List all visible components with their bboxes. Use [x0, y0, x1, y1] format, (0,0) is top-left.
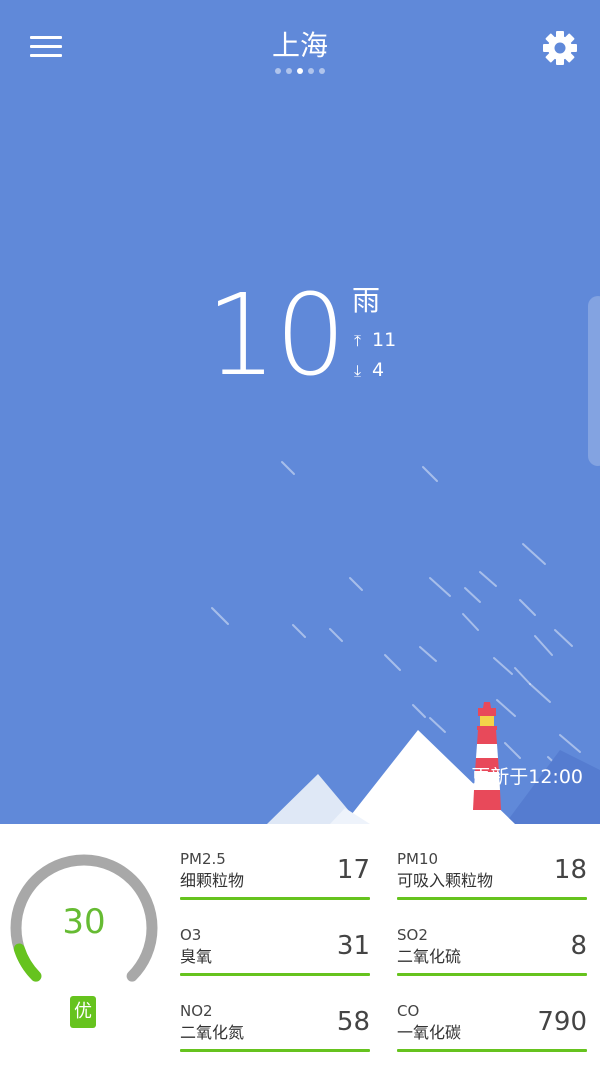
current-temperature: 10 — [205, 271, 347, 401]
pollutant-o3[interactable]: O3 臭氧 31 — [180, 924, 370, 994]
pollutant-so2[interactable]: SO2 二氧化硫 8 — [397, 924, 587, 994]
pollutant-pm10[interactable]: PM10 可吸入颗粒物 18 — [397, 848, 587, 918]
pollutant-label: 细颗粒物 — [180, 871, 245, 890]
pollutant-bar — [180, 1049, 370, 1052]
arrow-up-icon: ⤒ — [354, 331, 362, 350]
pollutant-name: PM10 — [397, 850, 439, 868]
weather-condition: 雨 — [352, 284, 381, 317]
pollutant-name: SO2 — [397, 926, 428, 944]
aqi-value: 30 — [62, 902, 106, 942]
low-temperature-value: 4 — [372, 359, 385, 381]
pollutant-label: 一氧化碳 — [397, 1023, 462, 1042]
pollutant-label: 可吸入颗粒物 — [397, 871, 494, 890]
pollutant-bar — [180, 897, 370, 900]
pollutant-no2[interactable]: NO2 二氧化氮 58 — [180, 1000, 370, 1067]
pollutant-value: 58 — [336, 1007, 370, 1037]
pollutant-value: 790 — [537, 1007, 587, 1037]
pollutant-pm25[interactable]: PM2.5 细颗粒物 17 — [180, 848, 370, 918]
aqi-level-badge: 优 — [70, 996, 96, 1028]
pollutant-bar — [397, 973, 587, 976]
pollutant-bar — [397, 897, 587, 900]
pollutant-value: 8 — [570, 931, 587, 961]
city-title[interactable]: 上海 — [200, 28, 400, 64]
pollutant-label: 二氧化氮 — [180, 1023, 245, 1042]
page-dot — [308, 68, 314, 74]
page-dot-active — [297, 68, 303, 74]
pollutant-value: 17 — [336, 855, 370, 885]
arrow-down-icon: ⤓ — [354, 361, 362, 380]
pollutant-label: 二氧化硫 — [397, 947, 462, 966]
lighthouse-icon — [473, 702, 501, 810]
pollutant-name: PM2.5 — [180, 850, 226, 868]
pollutant-value: 18 — [553, 855, 587, 885]
air-quality-panel: 30 优 PM2.5 细颗粒物 17 PM10 可吸入颗粒物 18 O3 臭氧 … — [0, 824, 600, 1067]
high-temperature: ⤒ 11 — [354, 328, 396, 353]
pollutant-name: CO — [397, 1002, 420, 1020]
page-dot — [275, 68, 281, 74]
pollutant-name: O3 — [180, 926, 202, 944]
gear-icon[interactable] — [538, 26, 582, 70]
aqi-gauge-fill — [13, 943, 42, 982]
page-dot — [286, 68, 292, 74]
weather-panel: 上海 10 雨 ⤒ 11 ⤓ 4 更新于12:00 — [0, 0, 600, 824]
pollutant-value: 31 — [336, 931, 370, 961]
update-time: 更新于12:00 — [471, 766, 583, 788]
high-temperature-value: 11 — [372, 329, 397, 351]
page-dot — [319, 68, 325, 74]
low-temperature: ⤓ 4 — [354, 358, 384, 383]
pollutant-co[interactable]: CO 一氧化碳 790 — [397, 1000, 587, 1067]
pollutant-label: 臭氧 — [180, 947, 213, 966]
pollutant-bar — [180, 973, 370, 976]
pollutant-bar — [397, 1049, 587, 1052]
menu-icon[interactable] — [26, 30, 66, 66]
pollutant-name: NO2 — [180, 1002, 213, 1020]
page-indicator — [270, 68, 330, 76]
